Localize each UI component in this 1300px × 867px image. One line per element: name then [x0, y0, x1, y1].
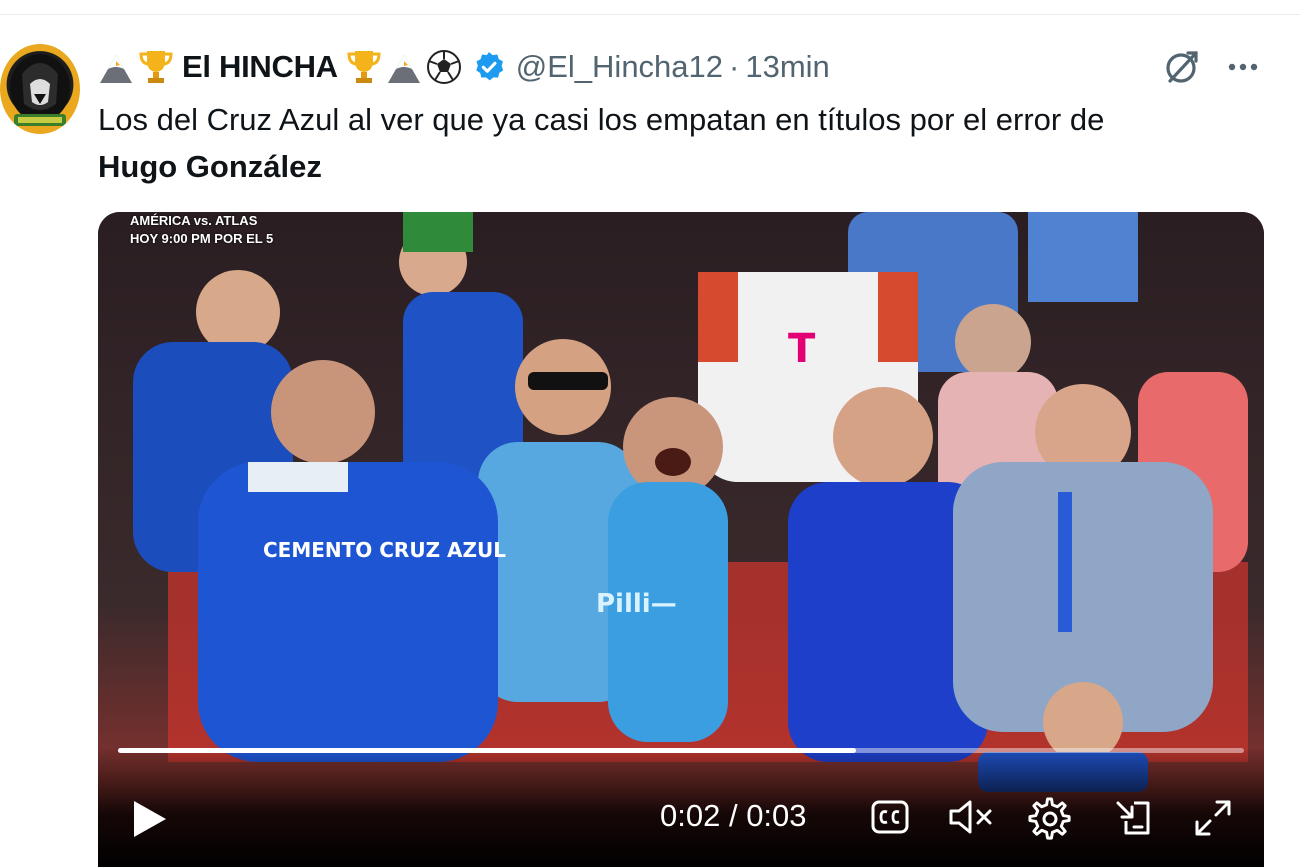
overlay-line-2: HOY 9:00 PM POR EL 5: [130, 231, 274, 246]
duration: 0:03: [746, 798, 807, 833]
tweet-header: El HINCHA @El_Hincha12 · 13min: [98, 44, 1278, 90]
trophy-emoji-icon: [347, 51, 381, 83]
more-icon[interactable]: [1224, 50, 1262, 84]
progress-fill: [118, 748, 856, 753]
progress-bar[interactable]: [118, 748, 1244, 753]
gear-icon[interactable]: [1028, 797, 1072, 841]
jersey-text: CEMENTO CRUZ AZUL: [263, 538, 506, 562]
jersey-sponsor-text: Pilli—: [596, 589, 677, 619]
tweet-text-line: Los del Cruz Azul al ver que ya casi los…: [98, 102, 1105, 137]
separator-dot: ·: [729, 49, 740, 84]
trophy-emoji-icon: [139, 51, 173, 83]
avatar-image: [10, 54, 70, 126]
current-time: 0:02: [660, 798, 721, 833]
soccer-ball-emoji-icon: [426, 50, 461, 84]
fullscreen-icon[interactable]: [1192, 797, 1234, 839]
time-separator: /: [720, 798, 747, 833]
author-handle[interactable]: @El_Hincha12: [516, 49, 723, 85]
author-name[interactable]: El HINCHA: [182, 49, 338, 85]
top-divider: [0, 14, 1300, 15]
tweet-timestamp[interactable]: 13min: [745, 49, 829, 85]
time-readout: 0:02 / 0:03: [660, 798, 807, 834]
avatar[interactable]: [0, 44, 80, 134]
grok-icon[interactable]: [1162, 47, 1202, 87]
eagle-emoji-icon: [387, 55, 420, 83]
video-player[interactable]: T Pilli— CEMENTO CRUZ AZUL AMÉRICA vs. A…: [98, 212, 1264, 867]
tweet-text: Los del Cruz Azul al ver que ya casi los…: [98, 96, 1258, 190]
picture-in-picture-icon[interactable]: [1112, 797, 1154, 839]
closed-captions-icon[interactable]: [870, 797, 910, 837]
broadcast-overlay: AMÉRICA vs. ATLAS HOY 9:00 PM POR EL 5: [130, 212, 273, 248]
volume-muted-icon[interactable]: [948, 797, 994, 837]
overlay-line-1: AMÉRICA vs. ATLAS: [130, 213, 258, 228]
eagle-emoji-icon: [100, 55, 132, 83]
jersey-logo: T: [788, 326, 816, 372]
play-icon[interactable]: [128, 797, 172, 841]
mention-link[interactable]: Hugo González: [98, 149, 322, 184]
verified-badge-icon[interactable]: [472, 50, 506, 84]
